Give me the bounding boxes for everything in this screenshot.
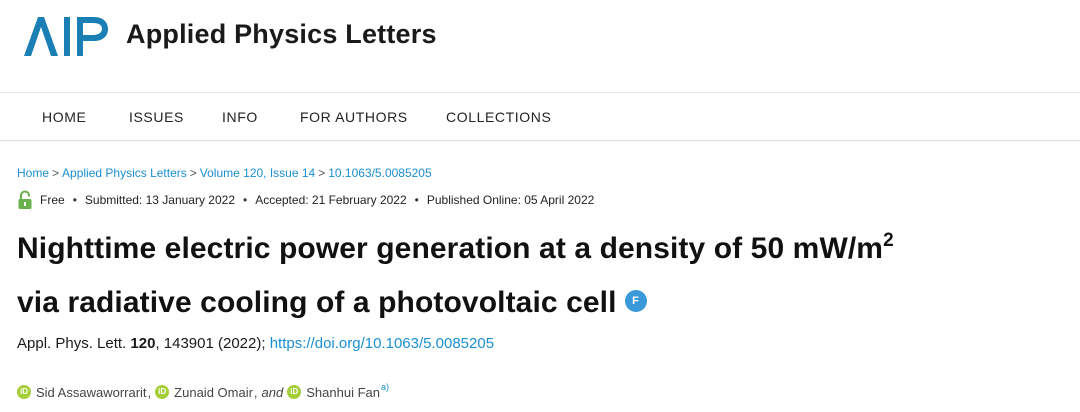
- site-header: Applied Physics Letters: [0, 0, 1080, 93]
- nav-for-authors[interactable]: FOR AUTHORS: [300, 109, 408, 125]
- orcid-icon[interactable]: iD: [287, 385, 302, 399]
- meta-bullet: •: [72, 193, 77, 207]
- nav-issues[interactable]: ISSUES: [129, 109, 184, 125]
- breadcrumb: Home > Applied Physics Letters > Volume 120,…: [17, 166, 432, 180]
- breadcrumb-home[interactable]: Home: [17, 166, 49, 180]
- article-meta: Free • Submitted: 13 January 2022 • Acce…: [17, 190, 594, 210]
- published-date: Published Online: 05 April 2022: [426, 193, 595, 207]
- author-separator: ,: [253, 384, 258, 400]
- citation-pages: , 143901 (2022);: [155, 335, 266, 352]
- author-name[interactable]: Shanhui Fan: [306, 385, 380, 400]
- author-separator: ,: [147, 384, 152, 400]
- aip-logo[interactable]: [22, 14, 110, 58]
- article-title: Nighttime electric power generation at a…: [17, 224, 894, 328]
- orcid-icon[interactable]: iD: [155, 385, 170, 399]
- access-label: Free: [40, 193, 65, 207]
- doi-link[interactable]: https://doi.org/10.1063/5.0085205: [270, 335, 494, 352]
- title-line-1: Nighttime electric power generation at a…: [17, 232, 884, 265]
- title-superscript: 2: [883, 230, 894, 251]
- unlocked-lock-icon: [18, 190, 32, 209]
- author-name[interactable]: Sid Assawaworrarit: [36, 385, 147, 400]
- breadcrumb-separator: >: [318, 166, 326, 180]
- meta-bullet: •: [243, 193, 248, 207]
- orcid-icon[interactable]: iD: [17, 385, 31, 399]
- breadcrumb-issue[interactable]: Volume 120, Issue 14: [200, 166, 315, 180]
- breadcrumb-separator: >: [52, 166, 60, 180]
- breadcrumb-doi[interactable]: 10.1063/5.0085205: [328, 166, 431, 180]
- citation-journal: Appl. Phys. Lett.: [17, 335, 127, 352]
- breadcrumb-journal[interactable]: Applied Physics Letters: [62, 166, 187, 180]
- affiliation-marker[interactable]: a): [381, 382, 389, 392]
- submitted-date: Submitted: 13 January 2022: [84, 193, 235, 207]
- author-list: iD Sid Assawaworrarit, iD Zunaid Omair, …: [17, 382, 389, 401]
- nav-collections[interactable]: COLLECTIONS: [446, 109, 551, 125]
- and-conjunction: and: [261, 384, 284, 400]
- aip-logo-mark: [24, 17, 108, 56]
- nav-info[interactable]: INFO: [222, 109, 258, 125]
- meta-bullet: •: [414, 193, 419, 207]
- main-nav: HOME ISSUES INFO FOR AUTHORS COLLECTIONS: [0, 93, 1080, 141]
- featured-badge-icon[interactable]: F: [624, 290, 647, 313]
- citation-volume: 120: [130, 335, 156, 352]
- nav-home[interactable]: HOME: [42, 109, 86, 125]
- author-name[interactable]: Zunaid Omair: [174, 385, 253, 400]
- accepted-date: Accepted: 21 February 2022: [255, 193, 407, 207]
- breadcrumb-separator: >: [189, 166, 197, 180]
- citation: Appl. Phys. Lett. 120, 143901 (2022); ht…: [17, 335, 494, 352]
- journal-name[interactable]: Applied Physics Letters: [126, 19, 437, 50]
- title-line-2: via radiative cooling of a photovoltaic …: [17, 286, 617, 319]
